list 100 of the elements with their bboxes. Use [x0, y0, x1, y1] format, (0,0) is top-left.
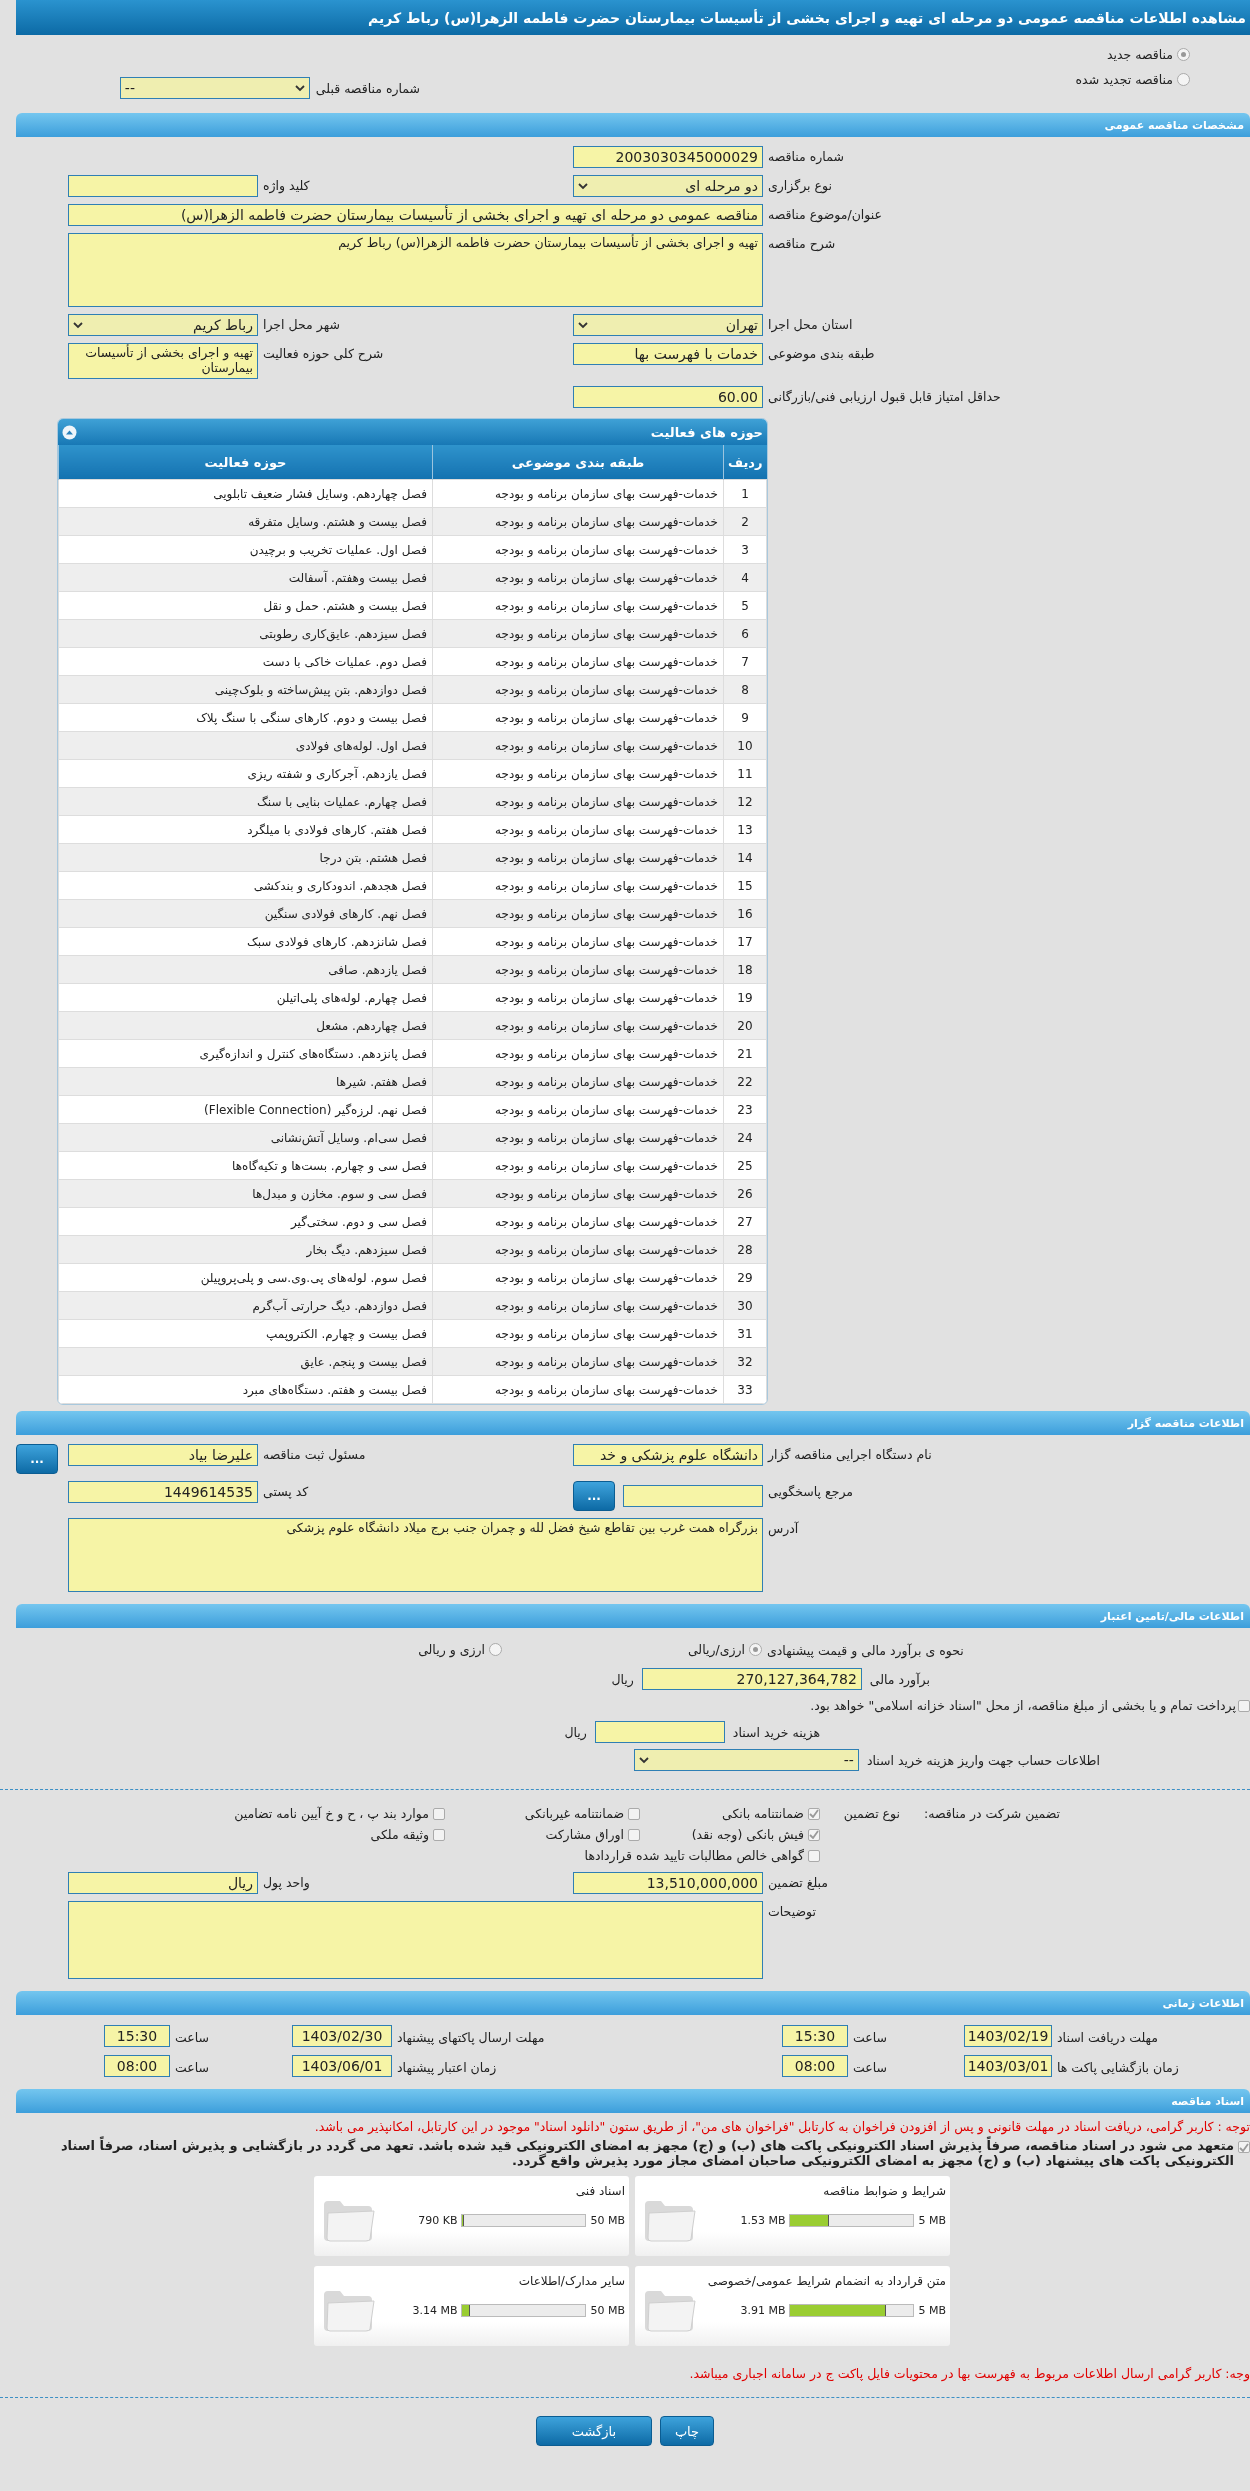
table-cell: فصل اول. لوله‌های فولادی: [58, 731, 433, 760]
input-field[interactable]: علیرضا بیاد: [68, 1444, 258, 1466]
table-cell: فصل چهارم. عملیات بنایی با سنگ: [58, 787, 433, 816]
chevron-icon: [578, 182, 588, 190]
field-label: استان محل اجرا: [767, 316, 854, 332]
collapse-icon[interactable]: [62, 424, 77, 440]
table-cell: 27: [723, 1207, 767, 1236]
input-field[interactable]: 08:00: [104, 2055, 170, 2077]
file-size: 3.91 MB: [740, 2304, 786, 2317]
table-cell: 8: [723, 675, 767, 704]
input-field[interactable]: 13,510,000,000: [573, 1872, 763, 1894]
input-field[interactable]: 270,127,364,782: [641, 1668, 862, 1690]
table-cell: فصل هفتم. شیرها: [58, 1067, 433, 1096]
input-field[interactable]: [68, 175, 258, 197]
radio-label: مناقصه تجدید شده: [1075, 72, 1173, 87]
checkbox[interactable]: [808, 1828, 820, 1841]
table-cell: خدمات-فهرست بهای سازمان برنامه و بودجه: [432, 843, 724, 872]
table-cell: فصل بیست و پنجم. عایق: [58, 1347, 433, 1376]
checkbox[interactable]: [1238, 1699, 1250, 1712]
input-field[interactable]: دانشگاه علوم پزشکی و خد: [573, 1444, 763, 1466]
table-cell: خدمات-فهرست بهای سازمان برنامه و بودجه: [432, 1263, 724, 1292]
input-field[interactable]: 15:30: [104, 2025, 170, 2047]
table-cell: 20: [723, 1011, 767, 1040]
table-cell: فصل بیست و دوم. کارهای سنگی با سنگ پلاک: [58, 703, 433, 732]
table-cell: خدمات-فهرست بهای سازمان برنامه و بودجه: [432, 1039, 724, 1068]
checkbox[interactable]: [808, 1849, 820, 1862]
table-cell: 31: [723, 1319, 767, 1348]
input-field[interactable]: 15:30: [782, 2025, 848, 2047]
table-cell: فصل هشتم. بتن درجا: [58, 843, 433, 872]
field-label: کلید واژه: [262, 177, 311, 193]
field-label: مسئول ثبت مناقصه: [262, 1446, 367, 1462]
dropdown[interactable]: --: [633, 1749, 859, 1771]
field-label: مبلغ تضمین: [767, 1874, 830, 1890]
table-cell: 9: [723, 703, 767, 732]
field-label: نام دستگاه اجرایی مناقصه گزار: [766, 1446, 933, 1462]
input-field[interactable]: ریال: [68, 1872, 258, 1894]
column-header: حوزه فعالیت: [58, 445, 433, 480]
checkbox[interactable]: [433, 1807, 445, 1820]
table-cell: فصل دوازدهم. بتن پیش‌ساخته و بلوک‌چینی: [58, 675, 433, 704]
checkbox-label: پرداخت تمام و یا بخشی از مبلغ مناقصه، از محل "اسناد خزانه اسلامی" خواهد بود.: [810, 1698, 1236, 1713]
checkbox[interactable]: [628, 1807, 640, 1820]
table-cell: 28: [723, 1235, 767, 1264]
input-field[interactable]: 1403/02/30: [292, 2025, 392, 2047]
dropdown[interactable]: --: [119, 77, 310, 99]
table-cell: فصل سی‌ام. وسایل آتش‌نشانی: [58, 1123, 433, 1152]
input-field[interactable]: 2003030345000029: [573, 146, 763, 168]
table-cell: خدمات-فهرست بهای سازمان برنامه و بودجه: [432, 675, 724, 704]
field-label: شهر محل اجرا: [262, 316, 341, 332]
table-cell: خدمات-فهرست بهای سازمان برنامه و بودجه: [432, 899, 724, 928]
notice-text: توجه : کاربر گرامی، دریافت اسناد در مهلت قانونی و پس از افزودن فراخوان به کارتابل "فراخوان های من"، از طریق ستون "دانلود اسناد" موجود در این کارتابل، امکانپذیر می باشد.: [313, 2118, 1250, 2134]
text-area[interactable]: بزرگراه همت غرب بین تقاطع شیخ فضل لله و چمران جنب برج میلاد دانشگاه علوم پزشکی: [68, 1518, 763, 1592]
table-cell: فصل سی و دوم. سختی‌گیر: [58, 1207, 433, 1236]
input-field[interactable]: خدمات با فهرست بها: [573, 343, 763, 365]
file-title: سایر مدارک/اطلاعات: [517, 2274, 625, 2288]
text-area[interactable]: تهیه و اجرای بخشی از تأسیسات بیمارستان: [68, 343, 258, 379]
table-cell: فصل شانزدهم. کارهای فولادی سبک: [58, 927, 433, 956]
radio-button[interactable]: [749, 1642, 762, 1656]
checkbox[interactable]: [1238, 2141, 1250, 2153]
table-cell: 33: [723, 1375, 767, 1404]
browse-button[interactable]: ...: [573, 1481, 615, 1511]
table-cell: خدمات-فهرست بهای سازمان برنامه و بودجه: [432, 1347, 724, 1376]
dropdown[interactable]: تهران: [573, 314, 763, 336]
dropdown[interactable]: دو مرحله ای: [573, 175, 763, 197]
input-field[interactable]: 08:00: [782, 2055, 848, 2077]
checkbox-label: ضمانتنامه بانکی: [722, 1806, 804, 1821]
dropdown[interactable]: رباط کریم: [68, 314, 258, 336]
table-cell: خدمات-فهرست بهای سازمان برنامه و بودجه: [432, 1235, 724, 1264]
checkbox[interactable]: [628, 1828, 640, 1841]
browse-button[interactable]: ...: [16, 1444, 58, 1474]
input-field[interactable]: 1403/02/19: [964, 2025, 1052, 2047]
field-label: اطلاعات حساب جهت واریز هزینه خرید اسناد: [866, 1752, 1100, 1768]
table-cell: خدمات-فهرست بهای سازمان برنامه و بودجه: [432, 759, 724, 788]
input-field[interactable]: 1403/03/01: [964, 2055, 1052, 2077]
table-cell: 21: [723, 1039, 767, 1068]
table-cell: 6: [723, 619, 767, 648]
checkbox[interactable]: [433, 1828, 445, 1841]
text-area[interactable]: [68, 1901, 763, 1979]
table-cell: 15: [723, 871, 767, 900]
chevron-icon: [294, 84, 305, 92]
checkbox[interactable]: [808, 1807, 820, 1820]
input-field[interactable]: [594, 1721, 725, 1743]
table-cell: 13: [723, 815, 767, 844]
table-cell: فصل بیست و چهارم. الکتروپمپ: [58, 1319, 433, 1348]
input-field[interactable]: 60.00: [573, 386, 763, 408]
table-cell: 22: [723, 1067, 767, 1096]
text-area[interactable]: تهیه و اجرای بخشی از تأسیسات بیمارستان حضرت فاطمه الزهرا(س) رباط کریم: [68, 233, 763, 307]
radio-button[interactable]: [1177, 73, 1190, 86]
input-field[interactable]: مناقصه عمومی دو مرحله ای تهیه و اجرای بخشی از تأسیسات بیمارستان حضرت فاطمه الزهرا(س): [68, 204, 763, 226]
checkbox-label: اوراق مشارکت: [545, 1827, 624, 1842]
table-cell: 16: [723, 899, 767, 928]
table-cell: خدمات-فهرست بهای سازمان برنامه و بودجه: [432, 1375, 724, 1404]
radio-button[interactable]: [1177, 48, 1190, 61]
table-cell: خدمات-فهرست بهای سازمان برنامه و بودجه: [432, 871, 724, 900]
action-button[interactable]: بازگشت: [535, 2416, 652, 2446]
input-field[interactable]: 1403/06/01: [292, 2055, 392, 2077]
radio-button[interactable]: [489, 1642, 502, 1656]
action-button[interactable]: چاپ: [659, 2416, 715, 2446]
field-label: شماره مناقصه: [767, 148, 845, 164]
input-field[interactable]: [623, 1485, 763, 1507]
input-field[interactable]: 1449614535: [68, 1481, 258, 1503]
